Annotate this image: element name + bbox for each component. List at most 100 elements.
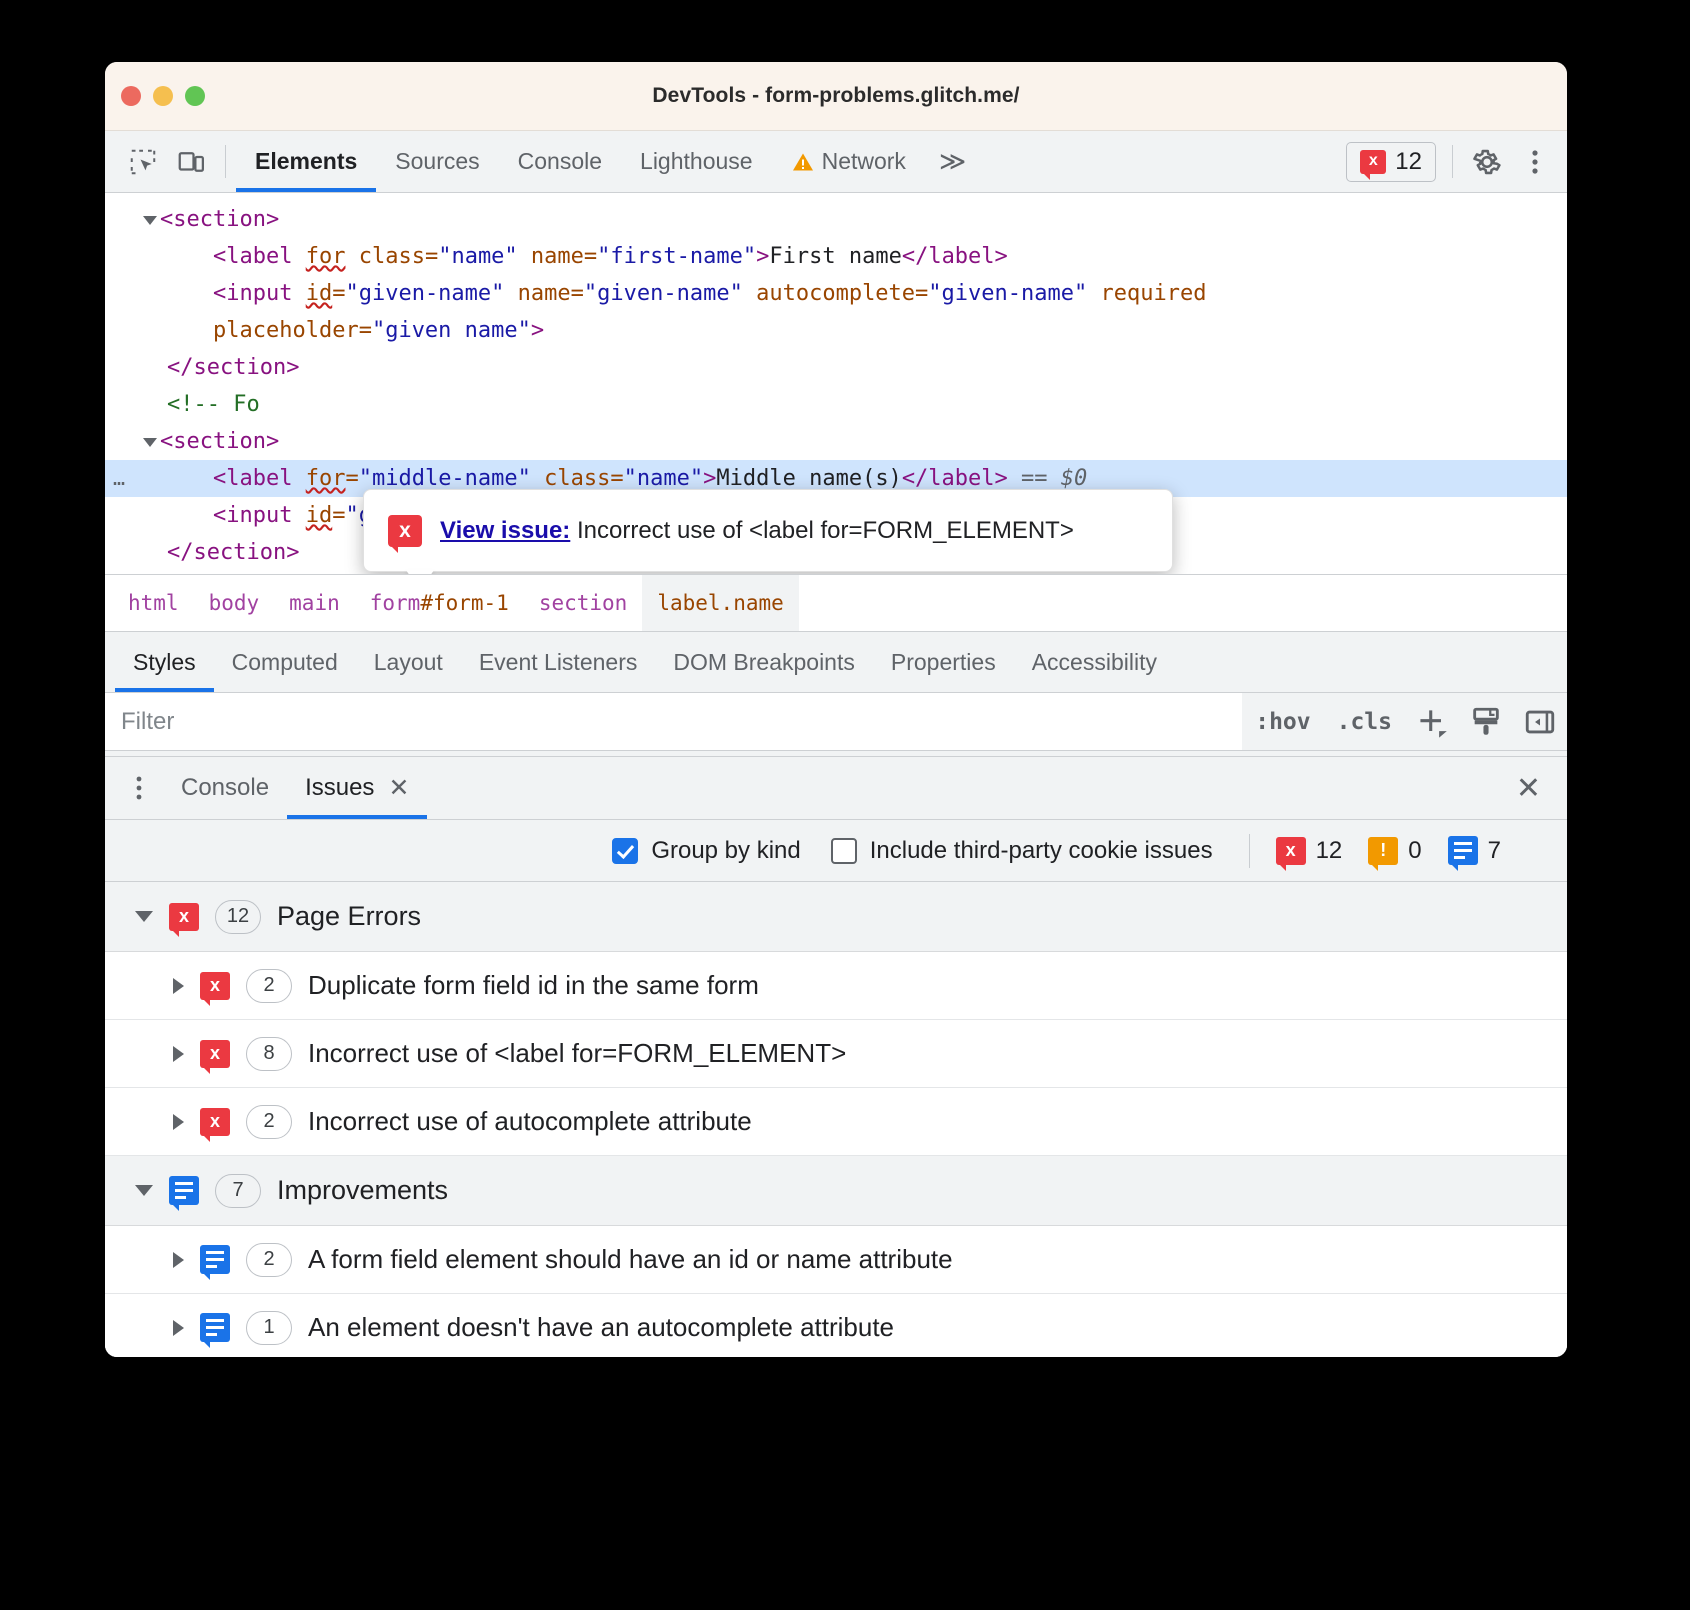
drawer-tab-issues[interactable]: Issues ✕: [287, 757, 427, 819]
maximize-window-button[interactable]: [185, 86, 205, 106]
styles-filter-row: Filter :hov .cls: [105, 693, 1567, 751]
expand-triangle-icon[interactable]: [143, 216, 157, 225]
issue-row[interactable]: x8Incorrect use of <label for=FORM_ELEME…: [105, 1020, 1567, 1088]
expand-triangle-icon[interactable]: [143, 438, 157, 447]
dom-line[interactable]: <!-- Fo: [105, 386, 1567, 423]
dom-tag: </label>: [902, 244, 1008, 269]
chevron-right-icon[interactable]: [173, 1046, 184, 1062]
dom-attr: class: [345, 244, 424, 269]
chevron-right-icon[interactable]: [173, 978, 184, 994]
tab-layout[interactable]: Layout: [356, 632, 461, 692]
tab-elements-label: Elements: [255, 148, 357, 175]
tab-console[interactable]: Console: [499, 131, 621, 192]
dom-attr-invalid: id: [306, 281, 333, 306]
issues-error-count: x 12: [1276, 837, 1343, 865]
dom-punct: =: [332, 281, 345, 306]
dom-tag: <label: [213, 244, 306, 269]
issue-count-badge: 2: [246, 1105, 292, 1139]
issue-group-row[interactable]: 7Improvements: [105, 1156, 1567, 1226]
screenshot-root: DevTools - form-problems.glitch.me/ Elem…: [0, 0, 1690, 1610]
close-issues-tab-icon[interactable]: ✕: [388, 773, 409, 803]
tab-network[interactable]: Network: [772, 131, 925, 192]
group-by-kind-checkbox-box[interactable]: [612, 838, 638, 864]
search-input[interactable]: Filter: [105, 693, 1242, 750]
tab-elements[interactable]: Elements: [236, 131, 376, 192]
third-party-cookie-checkbox[interactable]: Include third-party cookie issues: [831, 837, 1213, 865]
plus-icon[interactable]: [1405, 704, 1459, 740]
issue-row[interactable]: 1An element doesn't have an autocomplete…: [105, 1294, 1567, 1357]
dom-line[interactable]: <section>: [105, 201, 1567, 238]
issue-row[interactable]: 2A form field element should have an id …: [105, 1226, 1567, 1294]
dom-line[interactable]: <input id="given-name" name="given-name"…: [105, 275, 1567, 312]
gear-icon[interactable]: [1463, 131, 1511, 192]
issues-error-count-value: 12: [1316, 837, 1343, 865]
more-options-icon[interactable]: [1511, 131, 1559, 192]
paintbrush-icon[interactable]: [1459, 705, 1513, 739]
cls-toggle-button[interactable]: .cls: [1324, 709, 1405, 735]
dom-attr: name: [518, 244, 584, 269]
toolbar-divider: [225, 145, 226, 178]
minimize-window-button[interactable]: [153, 86, 173, 106]
error-bubble-icon: x: [1276, 837, 1306, 865]
tab-sources[interactable]: Sources: [376, 131, 498, 192]
toolbar-divider-2: [1452, 145, 1453, 178]
tab-properties-label: Properties: [891, 649, 996, 676]
dom-punct: =: [610, 466, 623, 491]
breadcrumb-item-form[interactable]: form#form-1: [355, 575, 524, 631]
tooltip-text: View issue: Incorrect use of <label for=…: [440, 512, 1074, 549]
breadcrumb-item-main[interactable]: main: [274, 575, 355, 631]
close-drawer-icon[interactable]: ✕: [1490, 757, 1567, 819]
issue-group-row[interactable]: x12Page Errors: [105, 882, 1567, 952]
warning-triangle-icon: [791, 150, 815, 174]
tab-accessibility[interactable]: Accessibility: [1014, 632, 1175, 692]
close-window-button[interactable]: [121, 86, 141, 106]
dom-tag: </label>: [902, 466, 1008, 491]
dom-tree-panel[interactable]: <section><label for class="name" name="f…: [105, 193, 1567, 575]
chevron-right-icon[interactable]: [173, 1252, 184, 1268]
tab-dom-breakpoints[interactable]: DOM Breakpoints: [655, 632, 873, 692]
tab-lighthouse[interactable]: Lighthouse: [621, 131, 772, 192]
tab-event-listeners[interactable]: Event Listeners: [461, 632, 656, 692]
tab-styles[interactable]: Styles: [115, 632, 214, 692]
breadcrumb-item-label-name[interactable]: label.name: [642, 575, 798, 631]
dom-line[interactable]: <section>: [105, 423, 1567, 460]
issue-title: Incorrect use of autocomplete attribute: [308, 1106, 752, 1137]
dom-line[interactable]: </section>: [105, 349, 1567, 386]
dom-tag: <label: [213, 466, 306, 491]
chevron-down-icon[interactable]: [135, 911, 153, 922]
more-tabs-button[interactable]: ≫: [925, 131, 980, 192]
issues-toolbar: Group by kind Include third-party cookie…: [105, 820, 1567, 882]
dom-line[interactable]: placeholder="given name">: [105, 312, 1567, 349]
dom-attr-value: "given-name": [584, 281, 743, 306]
third-party-cookie-checkbox-box[interactable]: [831, 838, 857, 864]
chevron-down-icon[interactable]: [135, 1185, 153, 1196]
dom-attr-invalid: for: [306, 466, 346, 491]
issue-row[interactable]: x2Duplicate form field id in the same fo…: [105, 952, 1567, 1020]
breadcrumb-item-body[interactable]: body: [194, 575, 275, 631]
dom-line[interactable]: <label for class="name" name="first-name…: [105, 238, 1567, 275]
breadcrumb-label: html: [128, 591, 179, 615]
breadcrumb-label: form: [370, 591, 421, 615]
issue-title: Incorrect use of <label for=FORM_ELEMENT…: [308, 1038, 846, 1069]
chevron-right-icon[interactable]: [173, 1320, 184, 1336]
drawer-tab-console[interactable]: Console: [163, 757, 287, 819]
breadcrumb-item-html[interactable]: html: [113, 575, 194, 631]
tab-lighthouse-label: Lighthouse: [640, 148, 753, 175]
issues-warning-count: ! 0: [1368, 837, 1421, 865]
chevron-right-icon[interactable]: [173, 1114, 184, 1130]
sidebar-toggle-icon[interactable]: [1513, 705, 1567, 739]
inspect-element-icon[interactable]: [119, 131, 167, 192]
group-by-kind-checkbox[interactable]: Group by kind: [612, 837, 800, 865]
breadcrumb-item-section[interactable]: section: [524, 575, 643, 631]
tab-properties[interactable]: Properties: [873, 632, 1014, 692]
issues-error-counter-button[interactable]: x 12: [1346, 142, 1436, 182]
tab-computed[interactable]: Computed: [214, 632, 356, 692]
dom-attr: placeholder: [213, 318, 359, 343]
dom-tag: </section>: [167, 355, 299, 380]
issue-row[interactable]: x2Incorrect use of autocomplete attribut…: [105, 1088, 1567, 1156]
device-toolbar-icon[interactable]: [167, 131, 215, 192]
dom-punct: =: [332, 503, 345, 528]
view-issue-link[interactable]: View issue:: [440, 517, 570, 544]
drawer-menu-icon[interactable]: [115, 757, 163, 819]
hov-toggle-button[interactable]: :hov: [1242, 709, 1323, 735]
